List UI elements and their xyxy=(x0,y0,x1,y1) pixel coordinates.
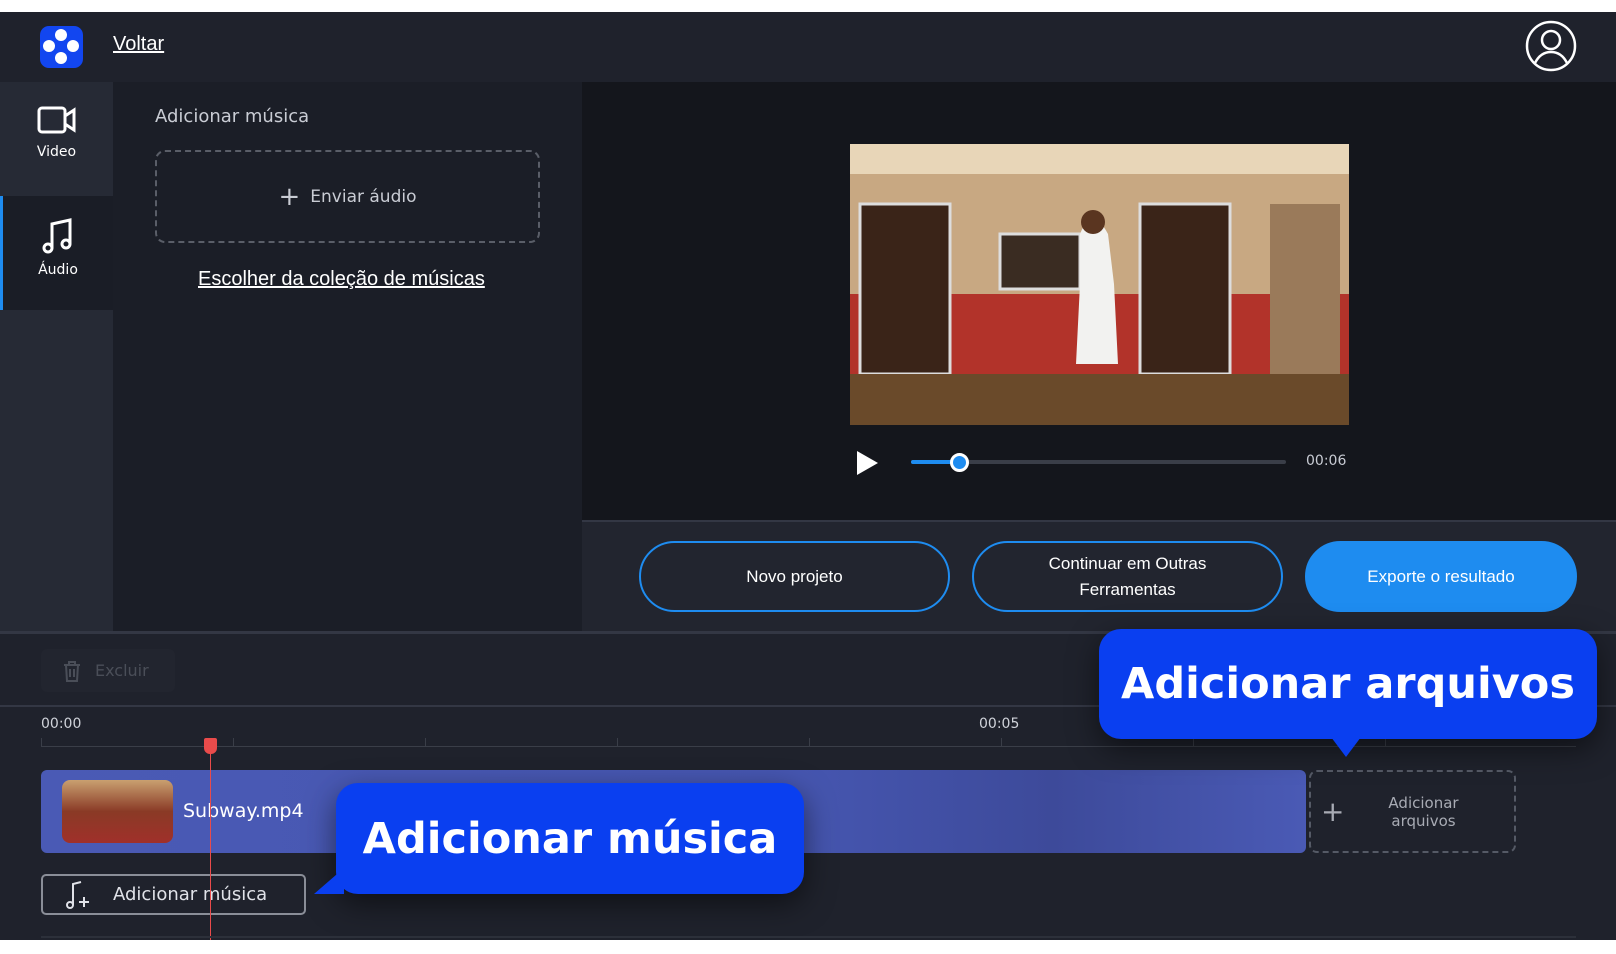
tooltip-add-files: Adicionar arquivos xyxy=(1099,629,1597,757)
plus-icon: + xyxy=(278,181,301,212)
video-camera-icon xyxy=(37,106,75,134)
tick-label: 00:05 xyxy=(979,716,1020,732)
add-files-dropzone[interactable]: + Adicionar arquivos xyxy=(1309,770,1516,853)
playhead-handle[interactable] xyxy=(204,738,217,754)
user-account-icon[interactable] xyxy=(1525,20,1577,72)
seek-handle[interactable] xyxy=(949,453,969,472)
tooltip-add-music: Adicionar música xyxy=(314,783,804,894)
tick xyxy=(233,738,234,747)
tick xyxy=(41,738,42,747)
music-note-icon xyxy=(42,218,72,254)
tooltip-text: Adicionar música xyxy=(362,813,778,864)
plus-icon: + xyxy=(1321,795,1345,828)
add-files-label: Adicionar arquivos xyxy=(1388,793,1459,830)
upload-audio-dropzone[interactable]: + Enviar áudio xyxy=(155,150,540,243)
divider xyxy=(41,936,1576,938)
tick xyxy=(809,738,810,747)
add-music-button[interactable]: Adicionar música xyxy=(41,874,306,915)
sidebar-item-video[interactable]: Video xyxy=(0,82,113,196)
tick xyxy=(425,738,426,747)
play-button[interactable] xyxy=(855,450,879,480)
tick xyxy=(617,738,618,747)
sidebar-item-label: Áudio xyxy=(38,262,78,278)
clip-name: Subway.mp4 xyxy=(183,800,304,822)
upload-audio-label: Enviar áudio xyxy=(310,186,417,207)
tick xyxy=(1193,738,1194,747)
app-logo[interactable] xyxy=(40,26,83,68)
tick xyxy=(1001,738,1002,747)
sidebar-item-audio[interactable]: Áudio xyxy=(0,196,113,310)
trash-icon xyxy=(64,660,80,682)
tick-label: 00:00 xyxy=(41,716,82,732)
add-music-label: Adicionar música xyxy=(113,884,268,905)
video-preview-frame xyxy=(850,144,1349,425)
panel-title: Adicionar música xyxy=(155,106,310,127)
back-link[interactable]: Voltar xyxy=(113,33,164,56)
continue-tools-button[interactable]: Continuar em Outras Ferramentas xyxy=(972,541,1283,612)
music-collection-link[interactable]: Escolher da coleção de músicas xyxy=(198,268,485,291)
tooltip-text: Adicionar arquivos xyxy=(1121,659,1575,709)
new-project-button[interactable]: Novo projeto xyxy=(639,541,950,612)
delete-label: Excluir xyxy=(95,661,149,680)
sidebar-item-label: Video xyxy=(36,144,77,160)
export-button[interactable]: Exporte o resultado xyxy=(1305,541,1577,612)
playhead[interactable] xyxy=(210,746,211,940)
header xyxy=(0,12,1616,82)
music-add-icon xyxy=(66,880,89,909)
clip-thumbnail xyxy=(62,780,173,843)
tick xyxy=(1385,738,1386,747)
delete-button[interactable]: Excluir xyxy=(41,649,175,692)
current-time: 00:06 xyxy=(1306,453,1347,469)
sidebar: Video Áudio xyxy=(0,82,113,631)
